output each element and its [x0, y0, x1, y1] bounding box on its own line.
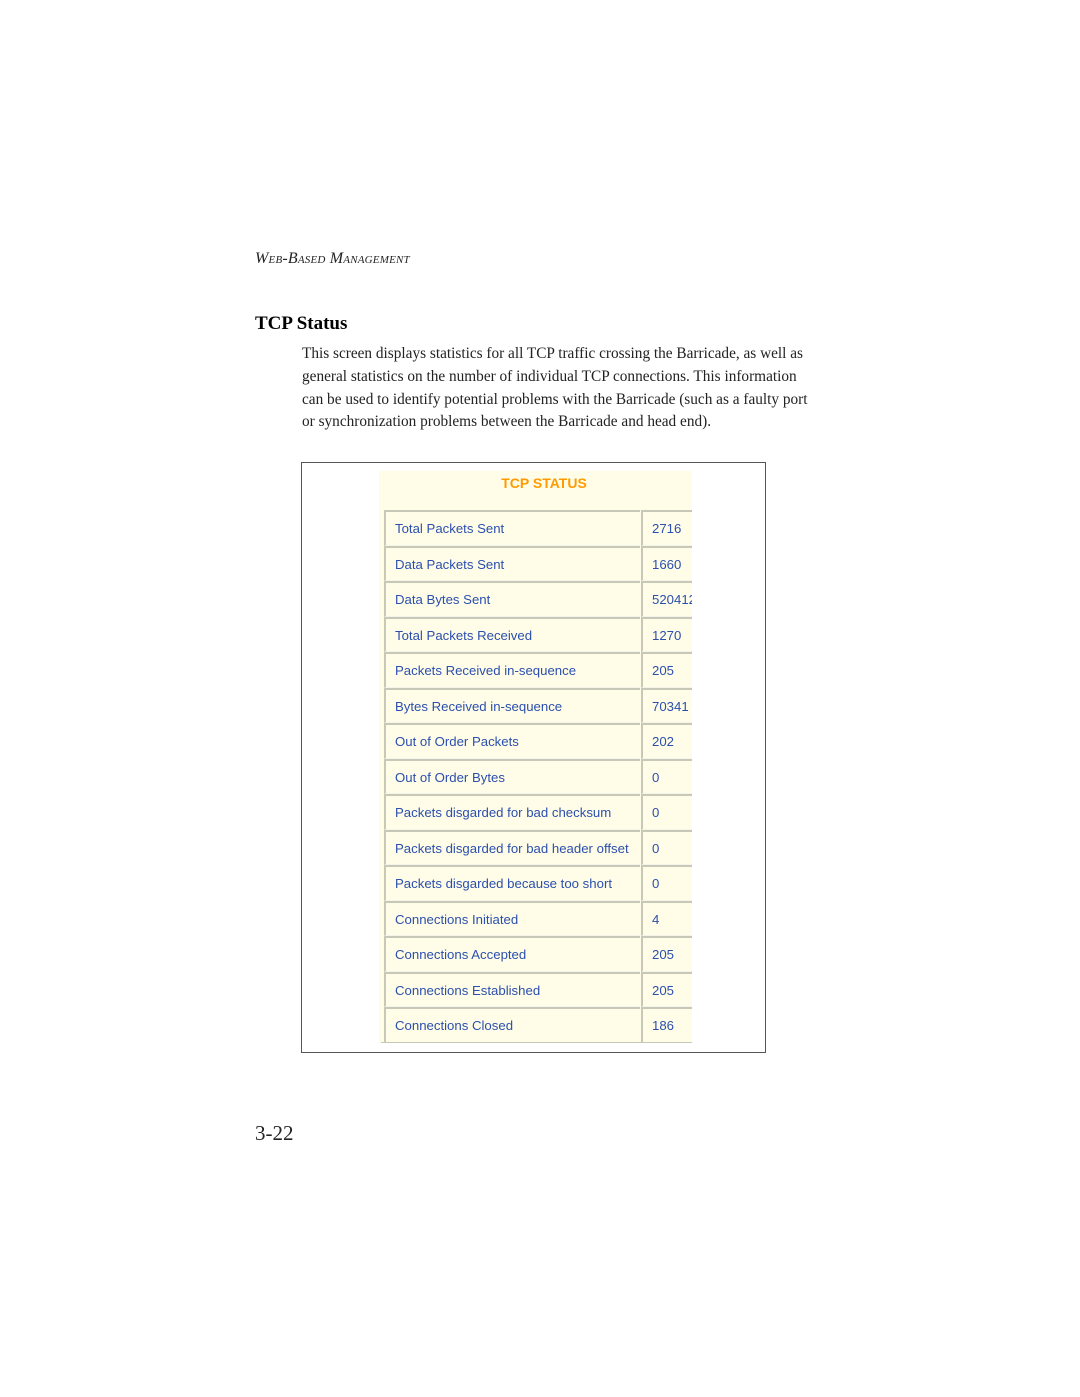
stat-label: Packets disgarded for bad header offset: [384, 829, 640, 865]
stat-value: 205: [641, 971, 692, 1007]
stat-value: 70341: [641, 687, 692, 723]
table-row: Total Packets Received 1270: [379, 616, 692, 652]
stat-value: 2716: [641, 510, 692, 546]
table-row: Total Packets Sent 2716: [379, 510, 692, 546]
stat-label: Out of Order Bytes: [384, 758, 640, 794]
table-row: Connections Initiated 4: [379, 900, 692, 936]
table-bottom-border: [381, 1042, 692, 1043]
stat-value: 1660: [641, 545, 692, 581]
table-row: Connections Closed 186: [379, 1007, 692, 1043]
section-title: TCP Status: [255, 313, 348, 334]
table-row: Packets disgarded because too short 0: [379, 865, 692, 901]
stat-value: 520412: [641, 581, 692, 617]
stat-value: 186: [641, 1007, 692, 1043]
stat-value: 202: [641, 723, 692, 759]
page-number: 3-22: [255, 1121, 294, 1145]
table-row: Out of Order Bytes 0: [379, 758, 692, 794]
tcp-status-panel: TCP STATUS Total Packets Sent 2716 Data Pa…: [379, 471, 692, 1043]
stat-value: 205: [641, 652, 692, 688]
stat-value: 0: [641, 794, 692, 830]
stat-label: Bytes Received in-sequence: [384, 687, 640, 723]
stat-value: 205: [641, 936, 692, 972]
stat-value: 0: [641, 829, 692, 865]
table-row: Connections Accepted 205: [379, 936, 692, 972]
table-row: Out of Order Packets 202: [379, 723, 692, 759]
stat-label: Connections Accepted: [384, 936, 640, 972]
stat-label: Data Packets Sent: [384, 545, 640, 581]
stat-label: Total Packets Sent: [384, 510, 640, 546]
body-paragraph: This screen displays statistics for all …: [302, 345, 808, 431]
running-head: Web-Based Management: [255, 250, 410, 267]
panel-heading: TCP STATUS: [501, 475, 587, 491]
stat-label: Packets disgarded for bad checksum: [384, 794, 640, 830]
table-row: Data Bytes Sent 520412: [379, 581, 692, 617]
stat-value: 0: [641, 865, 692, 901]
table-row: Data Packets Sent 1660: [379, 545, 692, 581]
stat-label: Packets Received in-sequence: [384, 652, 640, 688]
stat-value: 0: [641, 758, 692, 794]
stat-label: Packets disgarded because too short: [384, 865, 640, 901]
table-row: Packets disgarded for bad checksum 0: [379, 794, 692, 830]
table-row: Packets disgarded for bad header offset 0: [379, 829, 692, 865]
stat-label: Connections Closed: [384, 1007, 640, 1043]
stat-label: Connections Initiated: [384, 900, 640, 936]
stat-label: Data Bytes Sent: [384, 581, 640, 617]
tcp-status-table: Total Packets Sent 2716 Data Packets Sent 1…: [379, 510, 692, 1043]
table-row: Packets Received in-sequence 205: [379, 652, 692, 688]
stat-value: 1270: [641, 616, 692, 652]
stat-label: Out of Order Packets: [384, 723, 640, 759]
stat-label: Connections Established: [384, 971, 640, 1007]
table-row: Connections Established 205: [379, 971, 692, 1007]
table-row: Bytes Received in-sequence 70341: [379, 687, 692, 723]
stat-value: 4: [641, 900, 692, 936]
stat-label: Total Packets Received: [384, 616, 640, 652]
